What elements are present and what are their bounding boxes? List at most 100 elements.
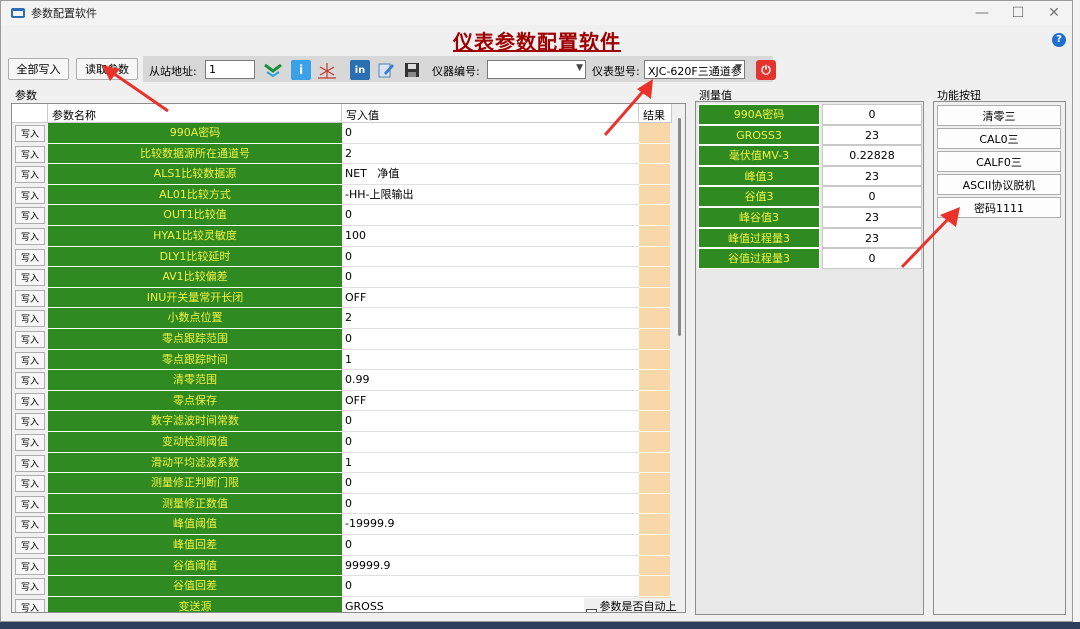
write-row-button[interactable]: 写入	[15, 454, 45, 472]
param-value-input[interactable]: 2	[342, 143, 639, 165]
param-value-input[interactable]: 1	[342, 349, 639, 371]
param-value-input[interactable]: OFF	[342, 287, 639, 309]
param-value-input[interactable]: -HH-上限输出	[342, 184, 639, 206]
table-row: 写入 OUT1比较值 0	[12, 205, 672, 226]
save-icon[interactable]	[402, 60, 422, 80]
param-value-input[interactable]: OFF	[342, 390, 639, 412]
chevron-down-icon: ▼	[735, 63, 742, 73]
write-row-button[interactable]: 写入	[15, 475, 45, 493]
param-result	[639, 184, 670, 206]
write-row-button[interactable]: 写入	[15, 331, 45, 348]
function-button[interactable]: CALF0三	[937, 151, 1061, 172]
param-value-input[interactable]: 0	[342, 123, 639, 144]
param-result	[639, 555, 670, 577]
measure-value: 0	[822, 104, 922, 125]
checkbox-box[interactable]	[586, 608, 597, 612]
write-row-button[interactable]: 写入	[15, 495, 45, 513]
param-name: DLY1比较延时	[48, 246, 342, 268]
param-result	[639, 287, 670, 309]
param-name: HYA1比较灵敏度	[48, 226, 342, 247]
power-icon[interactable]: ⏻	[756, 60, 776, 80]
table-row: 写入 ALS1比较数据源 NET 净值	[12, 164, 672, 185]
write-row-button[interactable]: 写入	[15, 413, 45, 431]
scroll-thumb[interactable]	[678, 118, 681, 336]
param-result	[639, 452, 670, 474]
table-row: 写入 AL01比较方式 -HH-上限输出	[12, 184, 672, 206]
param-name: 峰值阈值	[48, 514, 342, 535]
param-value-input[interactable]: 100	[342, 226, 639, 247]
param-value-input[interactable]: NET 净值	[342, 164, 639, 185]
write-all-button[interactable]: 全部写入	[8, 58, 69, 80]
read-params-button[interactable]: 读取参数	[76, 58, 138, 80]
write-row-button[interactable]: 写入	[15, 145, 45, 163]
write-row-button[interactable]: 写入	[15, 166, 45, 184]
connect-icon[interactable]	[263, 60, 283, 80]
write-row-button[interactable]: 写入	[15, 248, 45, 266]
param-value-input[interactable]: 0	[342, 205, 639, 226]
param-value-input[interactable]: -19999.9	[342, 514, 639, 535]
param-value-input[interactable]: 0	[342, 246, 639, 268]
write-row-button[interactable]: 写入	[15, 125, 45, 142]
param-result	[639, 411, 670, 432]
measure-row: GROSS3 23	[698, 124, 922, 146]
linkedin-icon[interactable]: in	[350, 60, 370, 80]
param-value-input[interactable]: 0	[342, 535, 639, 556]
params-table: 参数名称 写入值 结果 写入 990A密码 0 写入 比较数据源所在通道号 2 写入 ALS1…	[11, 103, 686, 613]
write-row-button[interactable]: 写入	[15, 598, 45, 612]
param-value-input[interactable]: 2	[342, 308, 639, 329]
write-row-button[interactable]: 写入	[15, 578, 45, 596]
param-value-input[interactable]: 0	[342, 267, 639, 288]
model-select[interactable]: XJC-620F三通道参 ▼	[644, 60, 745, 79]
function-button[interactable]: CAL0三	[937, 128, 1061, 149]
write-row-button[interactable]: 写入	[15, 372, 45, 390]
vertical-scrollbar[interactable]	[674, 104, 685, 612]
write-row-button[interactable]: 写入	[15, 289, 45, 307]
function-button[interactable]: 密码1111	[937, 197, 1061, 218]
minimize-button[interactable]: —	[964, 1, 1000, 25]
table-row: 写入 比较数据源所在通道号 2	[12, 143, 672, 165]
param-value-input[interactable]: 0	[342, 432, 639, 453]
param-value-input[interactable]: 0	[342, 411, 639, 432]
close-button[interactable]: ✕	[1036, 1, 1072, 25]
function-button[interactable]: 清零三	[937, 105, 1061, 126]
write-row-button[interactable]: 写入	[15, 537, 45, 554]
toolbar-strip: 从站地址: 1 i in 仪器编号: ▼ 仪表型号: XJC-620F三通道参 …	[143, 56, 773, 82]
write-row-button[interactable]: 写入	[15, 186, 45, 204]
write-row-button[interactable]: 写入	[15, 228, 45, 245]
measure-name: 峰谷值3	[698, 207, 820, 228]
write-row-button[interactable]: 写入	[15, 269, 45, 287]
write-row-button[interactable]: 写入	[15, 392, 45, 410]
table-row: 写入 谷值回差 0	[12, 576, 672, 597]
antenna-icon[interactable]	[317, 60, 337, 80]
param-value-input[interactable]: 99999.9	[342, 555, 639, 577]
desktop-background	[1073, 0, 1080, 629]
param-value-input[interactable]: 1	[342, 452, 639, 474]
param-value-input[interactable]: 0	[342, 576, 639, 597]
write-row-button[interactable]: 写入	[15, 310, 45, 328]
param-value-input[interactable]: 0.99	[342, 370, 639, 391]
write-row-button[interactable]: 写入	[15, 434, 45, 451]
param-name: 小数点位置	[48, 308, 342, 329]
help-icon[interactable]: ?	[1052, 33, 1066, 47]
info-icon[interactable]: i	[291, 60, 311, 80]
device-number-select[interactable]: ▼	[487, 60, 586, 79]
write-row-button[interactable]: 写入	[15, 207, 45, 225]
window-title: 参数配置软件	[31, 7, 97, 20]
param-value-input[interactable]: 0	[342, 493, 639, 515]
edit-icon[interactable]	[376, 60, 396, 80]
write-row-button[interactable]: 写入	[15, 516, 45, 534]
auto-upload-checkbox[interactable]: 参数是否自动上传	[584, 598, 685, 612]
param-value-input[interactable]: 0	[342, 473, 639, 494]
table-row: 写入 数字滤波时间常数 0	[12, 411, 672, 432]
function-button[interactable]: ASCII协议脱机	[937, 174, 1061, 195]
table-row: 写入 测量修正判断门限 0	[12, 473, 672, 494]
param-result	[639, 576, 670, 597]
param-result	[639, 267, 670, 288]
write-row-button[interactable]: 写入	[15, 557, 45, 575]
maximize-button[interactable]: ☐	[1000, 1, 1036, 25]
measure-value: 0	[822, 186, 922, 207]
slave-address-input[interactable]: 1	[205, 60, 255, 79]
param-value-input[interactable]: 0	[342, 329, 639, 350]
write-row-button[interactable]: 写入	[15, 351, 45, 369]
measure-name: 峰值过程量3	[698, 227, 820, 249]
